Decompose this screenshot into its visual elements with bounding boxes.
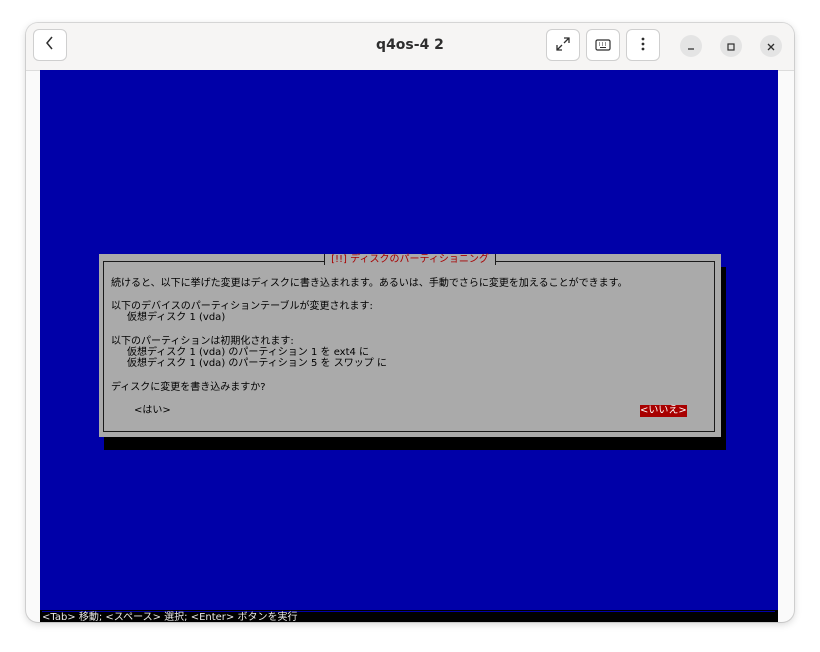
keyboard-help-status: <Tab> 移動; <スペース> 選択; <Enter> ボタンを実行 xyxy=(42,612,298,622)
keyboard-icon xyxy=(595,36,611,55)
write-changes-question: ディスクに変更を書き込みますか? xyxy=(111,382,266,393)
maximize-button[interactable] xyxy=(720,35,742,57)
close-icon xyxy=(766,37,776,56)
no-button[interactable]: <いいえ> xyxy=(640,405,687,417)
vertical-ellipsis-icon xyxy=(641,36,645,55)
partition-item: 仮想ディスク 1 (vda) のパーティション 5 を スワップ に xyxy=(127,358,387,369)
partition-confirm-dialog: [!!] ディスクのパーティショニング 続けると、以下に挙げた変更はディスクに書… xyxy=(99,254,721,437)
window-title: q4os-4 2 xyxy=(376,37,444,53)
minimize-icon xyxy=(686,37,696,56)
yes-button[interactable]: <はい> xyxy=(134,405,171,417)
maximize-icon xyxy=(726,37,736,56)
partition-item: 仮想ディスク 1 (vda) のパーティション 1 を ext4 に xyxy=(127,347,370,358)
device-item: 仮想ディスク 1 (vda) xyxy=(127,312,226,323)
fullscreen-button[interactable] xyxy=(546,29,580,61)
minimize-button[interactable] xyxy=(680,35,702,57)
expand-arrows-icon xyxy=(556,36,570,55)
menu-button[interactable] xyxy=(626,29,660,61)
keyboard-button[interactable] xyxy=(586,29,620,61)
devices-heading: 以下のデバイスのパーティションテーブルが変更されます: xyxy=(111,301,373,312)
dialog-title: [!!] ディスクのパーティショニング xyxy=(324,254,496,265)
close-button[interactable] xyxy=(760,35,782,57)
vm-viewer-window: q4os-4 2 [!!] ディスクのパーティショニング 続けると、以下に挙げた… xyxy=(26,23,794,622)
vm-display[interactable]: [!!] ディスクのパーティショニング 続けると、以下に挙げた変更はディスクに書… xyxy=(40,70,778,622)
partitions-heading: 以下のパーティションは初期化されます: xyxy=(111,336,294,347)
title-bar: q4os-4 2 xyxy=(26,23,794,71)
dialog-intro-text: 続けると、以下に挙げた変更はディスクに書き込まれます。あるいは、手動でさらに変更… xyxy=(111,278,628,289)
